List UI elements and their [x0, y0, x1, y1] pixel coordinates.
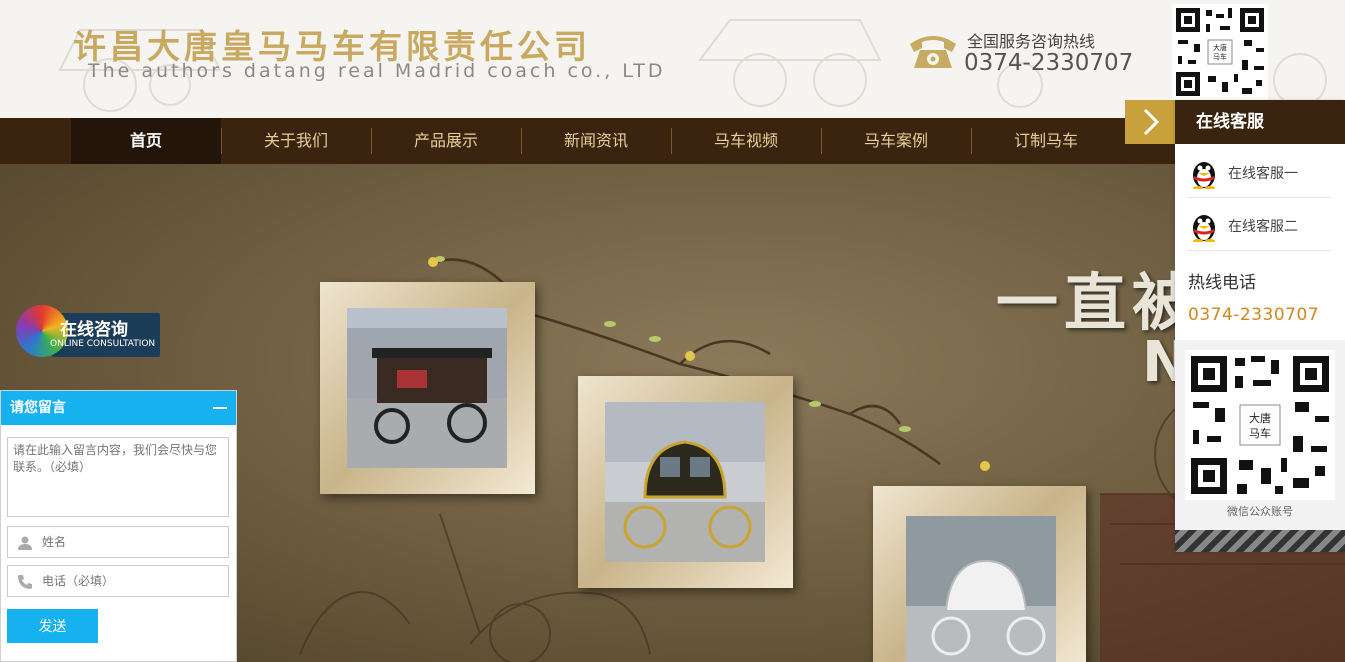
- svg-text:马车: 马车: [1213, 52, 1227, 61]
- service-panel-title: 在线客服: [1175, 100, 1345, 144]
- carriage-photo-1: [347, 308, 507, 468]
- nav-item-about[interactable]: 关于我们: [221, 118, 371, 164]
- carriage-photo-2: [605, 402, 765, 562]
- banner-headline: 一直被: [996, 266, 1201, 339]
- service-hotline-number: 0374-2330707: [1188, 305, 1320, 325]
- company-name-en: The authors datang real Madrid coach co.…: [88, 60, 666, 82]
- online-consultation-badge[interactable]: 在线咨询 ONLINE CONSULTATION: [16, 305, 160, 357]
- message-content-input[interactable]: [7, 437, 229, 517]
- nav-item-products[interactable]: 产品展示: [371, 118, 521, 164]
- phone-field: [7, 565, 229, 597]
- send-button[interactable]: 发送: [7, 609, 98, 643]
- carriage-photo-3: [906, 516, 1056, 662]
- online-service-panel: 在线客服 在线客服一 在线客服二 热线电话 0374-2330707 大唐 马车…: [1175, 100, 1345, 552]
- chevron-right-icon: [1143, 108, 1160, 136]
- qr-caption: 微信公众账号: [1227, 505, 1293, 518]
- qq-penguin-icon: [1193, 162, 1215, 189]
- service-qr-section: 大唐 马车 微信公众账号: [1175, 340, 1345, 530]
- name-input[interactable]: [42, 527, 226, 557]
- service-agent-2-label: 在线客服二: [1228, 219, 1298, 235]
- telephone-icon: [910, 36, 956, 68]
- photo-frame-1: [320, 282, 535, 494]
- consult-label-en: ONLINE CONSULTATION: [50, 339, 156, 349]
- photo-frame-3: [873, 486, 1086, 662]
- service-agent-1[interactable]: 在线客服一: [1187, 146, 1331, 198]
- hotline-label: 全国服务咨询热线: [967, 32, 1096, 51]
- svg-text:大唐: 大唐: [1213, 43, 1227, 52]
- message-panel-header: 请您留言: [1, 391, 236, 425]
- nav-item-custom[interactable]: 订制马车: [971, 118, 1121, 164]
- service-panel-toggle[interactable]: [1125, 100, 1175, 144]
- service-hotline-title: 热线电话: [1188, 273, 1256, 293]
- qq-penguin-icon: [1193, 215, 1215, 242]
- service-agent-2[interactable]: 在线客服二: [1187, 199, 1331, 251]
- phone-icon: [18, 575, 32, 589]
- photo-frame-2: [578, 376, 793, 588]
- nav-item-videos[interactable]: 马车视频: [671, 118, 821, 164]
- svg-text:马车: 马车: [1249, 426, 1271, 440]
- decorative-stripe: [1175, 530, 1345, 552]
- minimize-icon[interactable]: [213, 407, 227, 409]
- nav-item-home[interactable]: 首页: [71, 118, 221, 164]
- consult-label-cn: 在线咨询: [60, 320, 128, 340]
- phone-input[interactable]: [42, 566, 226, 596]
- wechat-qr-code: 大唐 马车: [1172, 4, 1268, 100]
- nav-item-cases[interactable]: 马车案例: [821, 118, 971, 164]
- name-field: [7, 526, 229, 558]
- wechat-official-account-qr-code: 大唐 马车: [1185, 350, 1335, 500]
- service-agent-1-label: 在线客服一: [1228, 166, 1298, 182]
- nav-item-news[interactable]: 新闻资讯: [521, 118, 671, 164]
- user-icon: [18, 536, 32, 550]
- svg-text:大唐: 大唐: [1249, 411, 1271, 425]
- hotline-number: 0374-2330707: [964, 50, 1134, 76]
- leave-message-panel: 请您留言 发送: [0, 390, 237, 662]
- message-panel-title: 请您留言: [10, 400, 66, 416]
